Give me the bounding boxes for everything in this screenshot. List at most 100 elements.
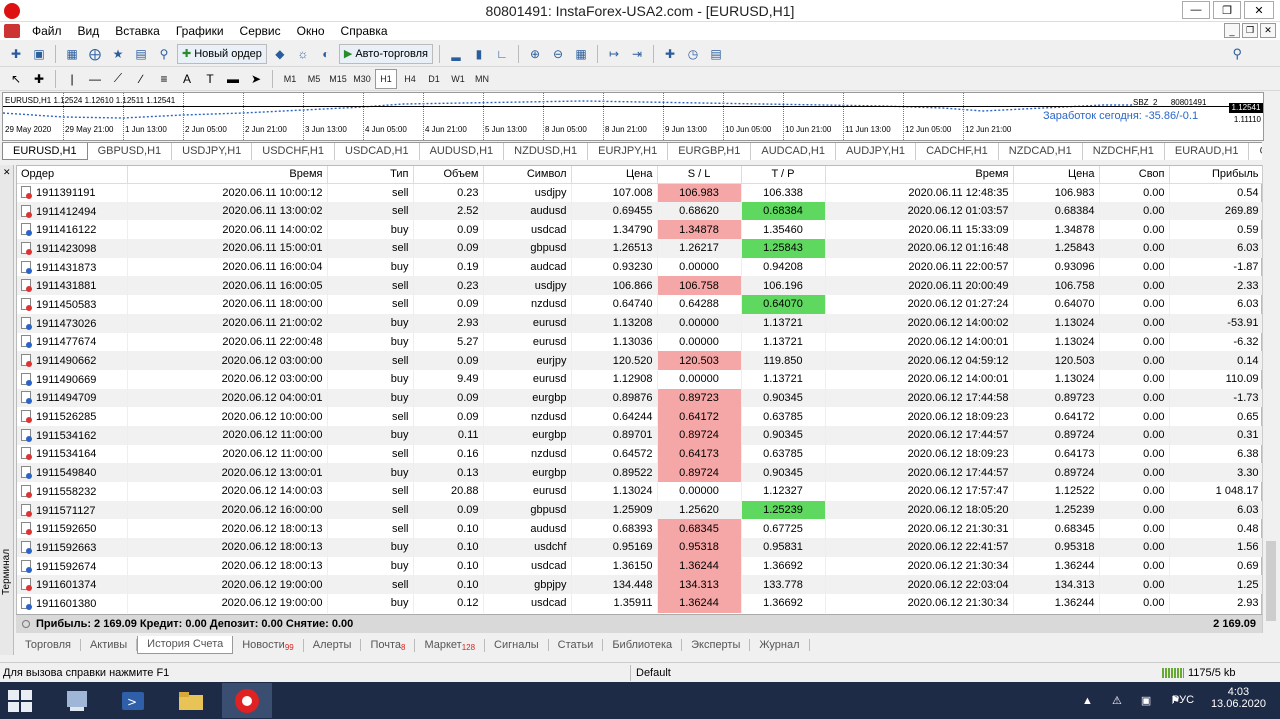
profiles-icon[interactable]: ▣ — [29, 44, 49, 64]
chart-tab[interactable]: USDCAD,H1 — [335, 143, 420, 160]
chart-tab[interactable]: EURAUD,H1 — [1165, 143, 1250, 160]
table-row[interactable]: 1911477674 2020.06.11 22:00:48 buy 5.27 euru… — [17, 332, 1264, 352]
zoom-out-icon[interactable]: ⊖ — [548, 44, 568, 64]
candlestick-icon[interactable]: ▮ — [469, 44, 489, 64]
line-chart-icon[interactable]: ∟ — [492, 44, 512, 64]
fibonacci-icon[interactable]: ≡ — [154, 69, 174, 89]
chart-tab[interactable]: GBPUSD,H1 — [88, 143, 173, 160]
market-watch-icon[interactable]: ▦ — [62, 44, 82, 64]
table-row[interactable]: 1911549840 2020.06.12 13:00:01 buy 0.13 eurg… — [17, 463, 1264, 482]
chart-tab[interactable]: AUDJPY,H1 — [836, 143, 917, 160]
chart-tab[interactable]: NZDUSD,H1 — [504, 143, 589, 160]
metatrader-taskbar-icon[interactable] — [222, 683, 272, 718]
terminal-tab[interactable]: Библиотека — [603, 639, 683, 651]
text-label-icon[interactable]: T — [200, 69, 220, 89]
menu-item-3[interactable]: Графики — [168, 24, 232, 38]
timeframe-h4[interactable]: H4 — [399, 69, 421, 89]
chart-tab[interactable]: NZDCHF,H1 — [1083, 143, 1165, 160]
signals-icon[interactable]: ☼ — [293, 44, 313, 64]
powershell-icon[interactable]: > — [108, 683, 158, 718]
terminal-icon[interactable]: ▤ — [131, 44, 151, 64]
column-header[interactable]: Ордер — [17, 166, 128, 184]
table-row[interactable]: 1911494709 2020.06.12 04:00:01 buy 0.09 eurg… — [17, 388, 1264, 408]
rectangle-icon[interactable]: ▬ — [223, 69, 243, 89]
windows-start-icon[interactable] — [8, 690, 32, 712]
table-row[interactable]: 1911490662 2020.06.12 03:00:00 sell 0.09 eur… — [17, 351, 1264, 370]
close-terminal-icon[interactable]: ✕ — [3, 167, 11, 178]
chart-tab[interactable]: EURJPY,H1 — [588, 143, 669, 160]
table-row[interactable]: 1911416122 2020.06.11 14:00:02 buy 0.09 usdc… — [17, 220, 1264, 240]
column-header[interactable]: Своп — [1099, 166, 1170, 184]
terminal-tab[interactable]: Статьи — [549, 639, 604, 651]
close-button[interactable]: ✕ — [1244, 1, 1274, 19]
terminal-tab[interactable]: Журнал — [750, 639, 810, 651]
table-row[interactable]: 1911431873 2020.06.11 16:00:04 buy 0.19 audc… — [17, 257, 1264, 277]
column-header[interactable]: Цена — [1013, 166, 1100, 184]
timeframe-h1[interactable]: H1 — [375, 68, 397, 89]
chart-tab[interactable]: USDJPY,H1 — [172, 143, 253, 160]
navigator-icon[interactable]: ★ — [108, 44, 128, 64]
new-order-button[interactable]: ✚ Новый ордер — [177, 43, 267, 64]
chart-tab[interactable]: NZDCAD,H1 — [999, 143, 1083, 160]
menu-item-4[interactable]: Сервис — [232, 24, 289, 38]
table-row[interactable]: 1911490669 2020.06.12 03:00:00 buy 9.49 euru… — [17, 369, 1264, 389]
search-icon[interactable]: ⚲ — [1232, 46, 1242, 62]
table-row[interactable]: 1911391191 2020.06.11 10:00:12 sell 0.23 usd… — [17, 183, 1264, 202]
vertical-line-icon[interactable]: | — [62, 69, 82, 89]
column-header[interactable]: T / P — [741, 166, 826, 184]
table-row[interactable]: 1911601380 2020.06.12 19:00:00 buy 0.12 usdc… — [17, 594, 1264, 613]
timeframe-mn[interactable]: MN — [471, 69, 493, 89]
server-manager-icon[interactable] — [52, 683, 102, 718]
maximize-button[interactable]: ❐ — [1213, 1, 1241, 19]
table-row[interactable]: 1911473026 2020.06.11 21:00:02 buy 2.93 euru… — [17, 313, 1264, 333]
text-icon[interactable]: A — [177, 69, 197, 89]
arrows-icon[interactable]: ➤ — [246, 69, 266, 89]
column-header[interactable]: S / L — [657, 166, 742, 184]
table-row[interactable]: 1911450583 2020.06.11 18:00:00 sell 0.09 nzd… — [17, 295, 1264, 314]
mdi-restore-button[interactable]: ❐ — [1242, 23, 1258, 38]
vertical-scrollbar[interactable] — [1262, 165, 1278, 633]
data-window-icon[interactable]: ⨁ — [85, 44, 105, 64]
table-row[interactable]: 1911526285 2020.06.12 10:00:00 sell 0.09 nzd… — [17, 407, 1264, 426]
language-indicator[interactable]: РУС — [1172, 694, 1194, 706]
zoom-in-icon[interactable]: ⊕ — [525, 44, 545, 64]
indicators-icon[interactable]: ✚ — [660, 44, 680, 64]
cursor-icon[interactable]: ↖ — [6, 69, 26, 89]
terminal-tab[interactable]: Алерты — [304, 639, 362, 651]
price-chart[interactable]: EURUSD,H1 1.12524 1.12610 1.12511 1.1254… — [2, 92, 1264, 141]
chart-shift-icon[interactable]: ⇥ — [627, 44, 647, 64]
table-row[interactable]: 1911558232 2020.06.12 14:00:03 sell 20.88 eu… — [17, 482, 1264, 501]
menu-item-1[interactable]: Вид — [70, 24, 108, 38]
column-header[interactable]: Время — [127, 166, 328, 184]
table-row[interactable]: 1911423098 2020.06.11 15:00:01 sell 0.09 gbp… — [17, 239, 1264, 258]
terminal-tab[interactable]: Маркет128 — [415, 638, 486, 652]
timeframe-w1[interactable]: W1 — [447, 69, 469, 89]
chart-tab[interactable]: AUDCAD,H1 — [751, 143, 836, 160]
table-row[interactable]: 1911534162 2020.06.12 11:00:00 buy 0.11 eurg… — [17, 425, 1264, 445]
column-header[interactable]: Цена — [571, 166, 658, 184]
chart-tab[interactable]: CADCHF,H1 — [916, 143, 999, 160]
mdi-close-button[interactable]: ✕ — [1260, 23, 1276, 38]
table-row[interactable]: 1911601374 2020.06.12 19:00:00 sell 0.10 gbp… — [17, 575, 1264, 595]
trendline-icon[interactable]: ⟋ — [108, 69, 128, 89]
menu-item-2[interactable]: Вставка — [107, 24, 168, 38]
chart-tab[interactable]: USDCHF,H1 — [252, 143, 335, 160]
table-row[interactable]: 1911431881 2020.06.11 16:00:05 sell 0.23 usd… — [17, 276, 1264, 296]
terminal-tab[interactable]: История Счета — [137, 636, 234, 654]
table-row[interactable]: 1911592663 2020.06.12 18:00:13 buy 0.10 usdc… — [17, 538, 1264, 557]
chart-tab[interactable]: AUDUSD,H1 — [420, 143, 505, 160]
chart-tab[interactable]: EURGBP,H1 — [668, 143, 752, 160]
timeframe-m15[interactable]: M15 — [327, 69, 349, 89]
clock[interactable]: 4:03 13.06.2020 — [1211, 686, 1266, 710]
column-header[interactable]: Объем — [413, 166, 484, 184]
chart-tab[interactable]: EURUSD,H1 — [2, 143, 88, 160]
terminal-tab[interactable]: Сигналы — [485, 639, 549, 651]
tile-windows-icon[interactable]: ▦ — [571, 44, 591, 64]
timeframe-m5[interactable]: M5 — [303, 69, 325, 89]
table-row[interactable]: 1911592650 2020.06.12 18:00:13 sell 0.10 aud… — [17, 519, 1264, 539]
terminal-tab[interactable]: Почта8 — [361, 638, 416, 652]
crosshair-icon[interactable]: ✚ — [29, 69, 49, 89]
chart-window-icon[interactable] — [4, 24, 20, 38]
menu-item-6[interactable]: Справка — [333, 24, 396, 38]
table-row[interactable]: 1911592674 2020.06.12 18:00:13 buy 0.10 usdc… — [17, 556, 1264, 576]
